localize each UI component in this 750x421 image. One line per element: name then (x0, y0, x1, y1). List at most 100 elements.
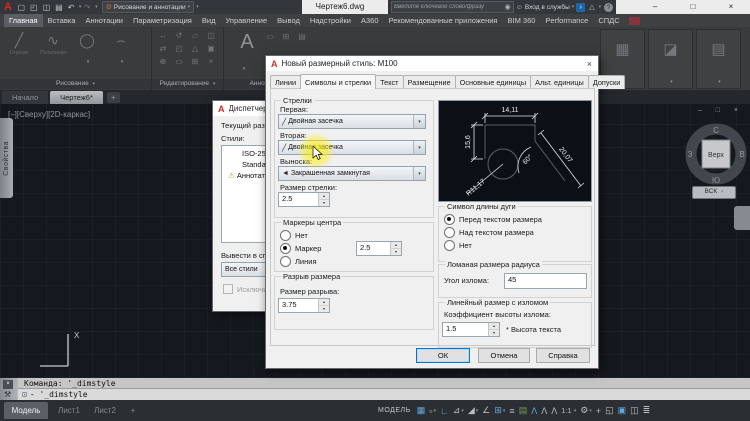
undo-caret-icon[interactable]: ▾ (79, 4, 82, 10)
ribbon-tab-bim360[interactable]: BIM 360 (502, 14, 540, 27)
ribbon-tab-upravlenie[interactable]: Управление (220, 14, 272, 27)
arc-above-radio[interactable]: Над текстом размера (444, 227, 534, 238)
spin-up-icon[interactable]: ▴ (319, 299, 329, 306)
redo-caret-icon[interactable]: ▾ (95, 4, 98, 10)
customize-icon[interactable]: ⚒ (4, 390, 11, 399)
tab-alt-units[interactable]: Альт. единицы (530, 75, 589, 89)
jog-angle-field[interactable]: 45 (504, 273, 587, 289)
qat-overflow-icon[interactable]: ▾ (196, 4, 199, 10)
center-none-radio[interactable]: Нет (280, 230, 308, 241)
fillet-icon[interactable]: ◰ (171, 44, 187, 57)
layout-tab-sheet2[interactable]: Лист2 (88, 402, 122, 419)
ribbon-tab-parametrizaciya[interactable]: Параметризация (128, 14, 197, 27)
ribbon-extra-icon[interactable] (629, 17, 640, 25)
communication-center-icon[interactable]: △ (589, 3, 594, 11)
rotate-icon[interactable]: ↺ (171, 31, 187, 44)
combo-caret-icon[interactable]: ▾ (413, 141, 425, 154)
modify-panel-label[interactable]: Редактирование ▾ (152, 79, 223, 89)
lineweight-icon[interactable]: ≡ (507, 403, 516, 418)
offset-icon[interactable]: ▭ (171, 57, 187, 70)
spin-up-icon[interactable]: ▴ (319, 193, 329, 200)
help-icon[interactable]: ? (604, 3, 613, 12)
signin-caret-icon[interactable]: ▾ (572, 4, 575, 10)
viewcube-south[interactable]: Ю (712, 176, 720, 185)
recent-commands-icon[interactable]: ⊡ (22, 389, 27, 400)
new-layout-button[interactable]: + (126, 402, 140, 419)
spin-down-icon[interactable]: ▾ (319, 200, 329, 206)
clean-screen-icon[interactable]: ◫ (628, 403, 641, 418)
new-tab-button[interactable]: + (107, 92, 120, 103)
search-icon[interactable]: ◉ (505, 3, 511, 11)
viewcube-west[interactable]: З (688, 150, 693, 159)
grid-icon[interactable]: ▦ (415, 403, 428, 418)
arrow-size-spinner[interactable]: 2.5 ▴▾ (278, 192, 330, 207)
maximize-button[interactable]: □ (674, 0, 712, 14)
polyline-tool-button[interactable]: ∿ Полилиния (36, 30, 70, 68)
ribbon-tab-nadstroyki[interactable]: Надстройки (305, 14, 356, 27)
command-close-icon[interactable]: × (3, 380, 13, 389)
viewcube-north[interactable]: С (713, 126, 719, 135)
scale-icon[interactable]: ▣ (203, 44, 219, 57)
minimize-button[interactable]: – (636, 0, 674, 14)
open-file-icon[interactable]: ◰ (30, 3, 38, 12)
ribbon-tab-annotacii[interactable]: Аннотации (80, 14, 128, 27)
leader-arrow-combo[interactable]: ◄ Закрашенная замкнутая ▾ (278, 166, 426, 181)
file-tab-drawing[interactable]: Чертеж6* (50, 91, 103, 104)
object-snap-tracking-icon[interactable]: ∠ (480, 403, 492, 418)
viewport-controls[interactable]: [–][Сверху][2D-каркас] (8, 110, 90, 119)
viewcube-top-face[interactable]: Верх (708, 152, 724, 159)
viewcube-east[interactable]: В (739, 150, 744, 159)
undo-icon[interactable]: ↶ (68, 3, 75, 12)
save-icon[interactable]: ◫ (43, 3, 51, 12)
autocad-logo-icon[interactable]: A (4, 1, 12, 13)
annotation-monitor-icon[interactable]: + (594, 403, 603, 418)
layout-tab-model[interactable]: Модель (4, 402, 48, 419)
model-space-label[interactable]: МОДЕЛЬ (378, 407, 411, 414)
tab-symbols-arrows[interactable]: Символы и стрелки (300, 74, 376, 89)
trim-icon[interactable]: ▱ (187, 31, 203, 44)
center-marker-radio[interactable]: Маркер (280, 243, 321, 254)
isodraft-icon[interactable]: ◢▾ (466, 403, 480, 418)
help-button[interactable]: Справка (536, 348, 590, 363)
tab-primary-units[interactable]: Основные единицы (455, 75, 531, 89)
ribbon-tab-a360[interactable]: A360 (356, 14, 384, 27)
ortho-icon[interactable]: ∟ (438, 403, 451, 418)
ribbon-tab-vyvod[interactable]: Вывод (272, 14, 305, 27)
communication-caret-icon[interactable]: ▾ (599, 4, 602, 10)
ribbon-tab-performance[interactable]: Performance (540, 14, 593, 27)
jog-factor-spinner[interactable]: 1.5 ▴▾ (442, 322, 500, 337)
center-size-spinner[interactable]: 2.5 ▴▾ (356, 241, 402, 256)
spin-up-icon[interactable]: ▴ (489, 323, 499, 330)
stretch-icon[interactable]: △ (187, 44, 203, 57)
quick-properties-icon[interactable]: ◱ (603, 403, 616, 418)
polar-tracking-icon[interactable]: ⊿▾ (451, 403, 466, 418)
close-button[interactable]: × (712, 0, 750, 14)
array-icon[interactable]: ⊕ (155, 57, 171, 70)
first-arrow-combo[interactable]: ╱ Двойная засечка ▾ (278, 114, 426, 129)
command-input[interactable]: ⊡ - '_dimstyle (18, 389, 750, 400)
drawing-window-controls[interactable]: – □ × (698, 107, 744, 114)
file-tab-start[interactable]: Начало (2, 91, 48, 104)
ribbon-tab-glavnaya[interactable]: Главная (4, 14, 43, 27)
erase-icon[interactable]: × (203, 57, 219, 70)
redo-icon[interactable]: ↷ (84, 3, 91, 12)
collapsed-panel-3[interactable]: ▤ ▾ (696, 29, 741, 89)
snap-icon[interactable]: ▫▾ (427, 403, 438, 418)
selection-filter-icon[interactable]: ▤ (517, 403, 530, 418)
copy-icon[interactable]: ◫ (203, 31, 219, 44)
arc-before-radio[interactable]: Перед текстом размера (444, 214, 542, 225)
spin-down-icon[interactable]: ▾ (319, 306, 329, 312)
tab-lines[interactable]: Линии (270, 75, 301, 89)
dimension-icon[interactable]: ▭ (262, 32, 278, 44)
isolate-objects-icon[interactable]: ▣ (616, 403, 629, 418)
navigation-bar[interactable] (734, 206, 750, 230)
workspace-selector[interactable]: ⚙ Рисование и аннотации ▾ (102, 1, 195, 13)
wcs-button[interactable]: ВСК ▾ (692, 186, 736, 199)
center-line-radio[interactable]: Линия (280, 256, 317, 267)
signin-button[interactable]: Вход в службы (525, 4, 570, 11)
ribbon-tab-spds[interactable]: СПДС (593, 14, 624, 27)
search-input[interactable]: Введите ключевое слово/фразу ◉ (391, 1, 514, 13)
text-tool-button[interactable]: A ▾ (224, 27, 262, 75)
spin-down-icon[interactable]: ▾ (489, 330, 499, 336)
customization-icon[interactable]: ≣ (641, 403, 653, 418)
